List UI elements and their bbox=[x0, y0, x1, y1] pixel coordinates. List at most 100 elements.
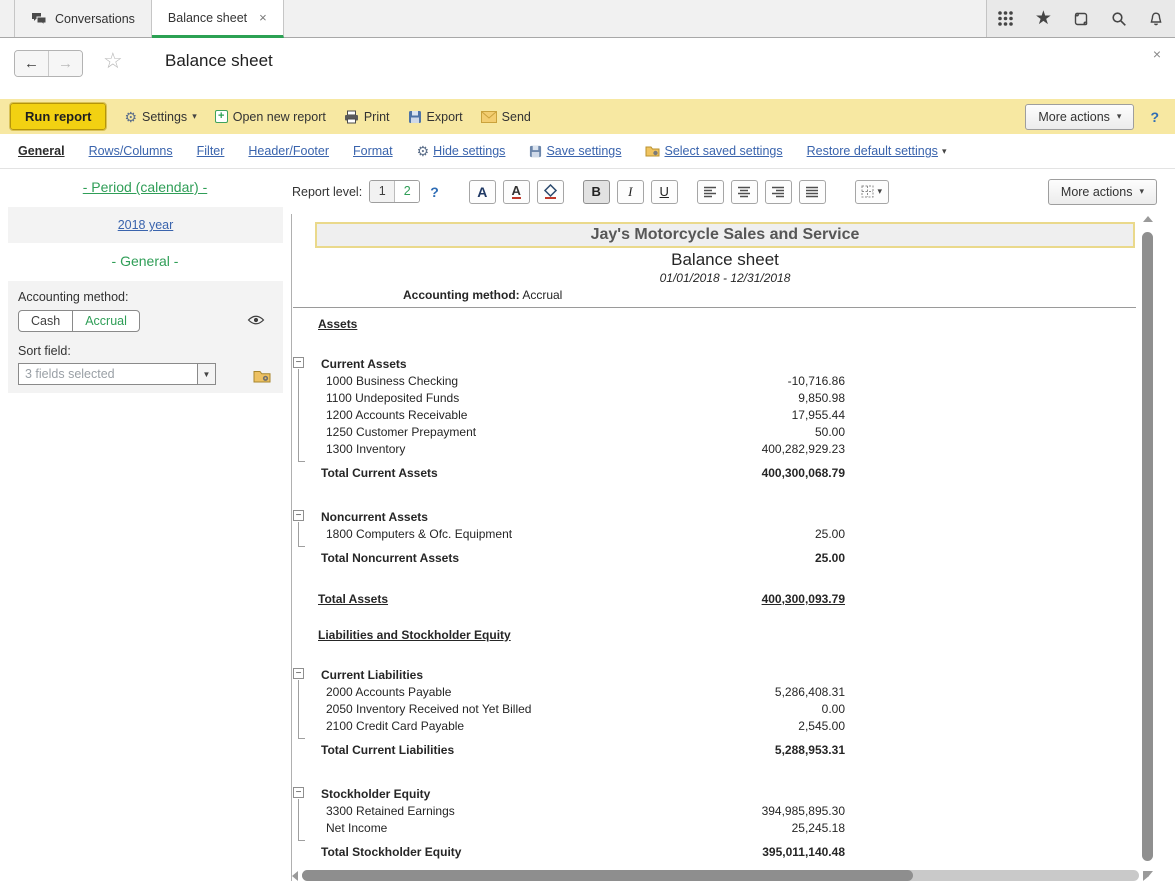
bold-button[interactable]: B bbox=[582, 179, 610, 204]
horizontal-scrollbar[interactable] bbox=[292, 869, 1149, 882]
report-level-2-button[interactable]: 2 bbox=[395, 181, 420, 202]
report-total-row: Total Noncurrent Assets 25.00 bbox=[291, 543, 1137, 567]
scroll-right-arrow[interactable] bbox=[1143, 870, 1149, 881]
report-total-row: Total Current Assets 400,300,068.79 bbox=[291, 458, 1137, 482]
apps-grid-icon[interactable] bbox=[995, 8, 1017, 30]
save-settings-link[interactable]: Save settings bbox=[529, 144, 621, 158]
total-label: Total Stockholder Equity bbox=[321, 845, 462, 859]
horizontal-scroll-track[interactable] bbox=[302, 870, 1139, 881]
conversations-icon bbox=[31, 12, 47, 26]
report-level-help[interactable]: ? bbox=[430, 184, 439, 200]
tab-rows-columns[interactable]: Rows/Columns bbox=[89, 144, 173, 158]
account-label: 1000 Business Checking bbox=[326, 374, 459, 388]
company-name-cell[interactable]: Jay's Motorcycle Sales and Service bbox=[315, 222, 1135, 248]
report-group-header: Current Assets bbox=[321, 357, 407, 371]
italic-button[interactable]: I bbox=[616, 179, 644, 204]
sort-field-folder-gear-icon[interactable] bbox=[253, 369, 271, 383]
report-row[interactable]: 1800 Computers & Ofc. Equipment 25.00 bbox=[291, 526, 1137, 543]
tab-filter[interactable]: Filter bbox=[197, 144, 225, 158]
select-saved-settings-link[interactable]: Select saved settings bbox=[645, 144, 783, 158]
scroll-up-arrow[interactable] bbox=[1143, 216, 1153, 222]
run-report-button[interactable]: Run report bbox=[8, 102, 108, 131]
total-label: Total Current Assets bbox=[321, 466, 438, 480]
account-label: 1100 Undeposited Funds bbox=[326, 391, 460, 405]
account-label: 2000 Accounts Payable bbox=[326, 685, 452, 699]
eye-icon[interactable] bbox=[247, 314, 265, 326]
notifications-bell-icon[interactable] bbox=[1145, 8, 1167, 30]
align-center-button[interactable] bbox=[730, 179, 758, 204]
font-button[interactable]: A bbox=[468, 179, 496, 204]
report-title: Balance sheet bbox=[671, 250, 779, 269]
tab-general[interactable]: General bbox=[18, 144, 65, 158]
account-label: 3300 Retained Earnings bbox=[326, 804, 455, 818]
settings-tab-bar: General Rows/Columns Filter Header/Foote… bbox=[0, 134, 1175, 169]
report-row[interactable]: 3300 Retained Earnings 394,985,895.30 bbox=[291, 803, 1137, 820]
report-row[interactable]: 2000 Accounts Payable 5,286,408.31 bbox=[291, 684, 1137, 701]
report-row[interactable]: 1200 Accounts Receivable 17,955.44 bbox=[291, 407, 1137, 424]
period-value-link[interactable]: 2018 year bbox=[118, 218, 174, 232]
printer-icon bbox=[344, 110, 359, 124]
tab-balance-sheet[interactable]: Balance sheet × bbox=[151, 0, 284, 38]
grand-total-label: Total Assets bbox=[318, 592, 389, 606]
tab-close-icon[interactable]: × bbox=[259, 10, 267, 25]
forward-button[interactable]: → bbox=[49, 51, 82, 76]
search-icon[interactable] bbox=[1108, 8, 1130, 30]
report-group-header: Current Liabilities bbox=[321, 668, 424, 682]
report-section-heading: Liabilities and Stockholder Equity bbox=[318, 628, 511, 642]
report-row[interactable]: Net Income 25,245.18 bbox=[291, 820, 1137, 837]
report-row[interactable]: 2100 Credit Card Payable 2,545.00 bbox=[291, 718, 1137, 735]
report-row[interactable]: 1100 Undeposited Funds 9,850.98 bbox=[291, 390, 1137, 407]
report-row[interactable]: 1300 Inventory 400,282,929.23 bbox=[291, 441, 1137, 458]
combo-dropdown-button[interactable]: ▼ bbox=[197, 364, 215, 384]
report-settings-sidebar: - Period (calendar) - 2018 year - Genera… bbox=[0, 169, 290, 891]
accounting-method-accrual[interactable]: Accrual bbox=[73, 311, 139, 331]
accounting-method-label: Accounting method: bbox=[18, 290, 129, 304]
hide-settings-link[interactable]: ⚙ Hide settings bbox=[417, 144, 506, 158]
vertical-scroll-thumb[interactable] bbox=[1142, 232, 1153, 861]
report-row[interactable]: 1250 Customer Prepayment 50.00 bbox=[291, 424, 1137, 441]
close-form-icon[interactable]: × bbox=[1153, 46, 1161, 62]
underline-button[interactable]: U bbox=[650, 179, 678, 204]
tab-label: Balance sheet bbox=[167, 10, 248, 25]
export-button[interactable]: Export bbox=[408, 110, 463, 124]
vertical-scrollbar[interactable] bbox=[1140, 216, 1155, 877]
report-group: − Noncurrent Assets 1800 Computers & Ofc. … bbox=[291, 506, 1137, 567]
favorite-star-icon[interactable]: ☆ bbox=[103, 48, 123, 74]
more-actions-button[interactable]: More actions ▾ bbox=[1025, 103, 1135, 130]
help-button[interactable]: ? bbox=[1150, 109, 1159, 125]
borders-button[interactable]: ▾ bbox=[854, 179, 889, 204]
align-right-button[interactable] bbox=[764, 179, 792, 204]
tab-conversations[interactable]: Conversations bbox=[15, 0, 152, 37]
restore-default-settings-link[interactable]: Restore default settings ▾ bbox=[807, 144, 947, 158]
tab-format[interactable]: Format bbox=[353, 144, 393, 158]
amount-value: 9,850.98 bbox=[798, 391, 845, 405]
report-row[interactable]: 1000 Business Checking -10,716.86 bbox=[291, 373, 1137, 390]
horizontal-scroll-thumb[interactable] bbox=[302, 870, 913, 881]
period-calendar-link[interactable]: - Period (calendar) - bbox=[0, 179, 290, 195]
favorites-star-icon[interactable]: ★ bbox=[1032, 8, 1054, 30]
send-button[interactable]: Send bbox=[480, 110, 531, 124]
open-new-report-button[interactable]: + Open new report bbox=[214, 110, 326, 124]
amount-value: 0.00 bbox=[821, 702, 845, 716]
settings-menu-button[interactable]: ⚙ Settings ▾ bbox=[124, 110, 196, 124]
report-level-label: Report level: bbox=[292, 184, 363, 199]
account-label: Net Income bbox=[326, 821, 388, 835]
scroll-left-arrow[interactable] bbox=[292, 870, 298, 881]
align-left-button[interactable] bbox=[696, 179, 724, 204]
general-settings-box: Accounting method: Cash Accrual Sort fie… bbox=[8, 281, 283, 393]
accounting-method-cash[interactable]: Cash bbox=[19, 311, 74, 331]
report-level-1-button[interactable]: 1 bbox=[370, 181, 396, 202]
font-color-button[interactable]: A bbox=[502, 179, 530, 204]
back-button[interactable]: ← bbox=[15, 51, 49, 76]
navigation-buttons: ← → bbox=[14, 50, 83, 77]
sort-field-combo[interactable]: 3 fields selected ▼ bbox=[18, 363, 216, 385]
report-group: − Current Liabilities 2000 Accounts Payabl… bbox=[291, 664, 1137, 759]
report-row[interactable]: 2050 Inventory Received not Yet Billed 0.… bbox=[291, 701, 1137, 718]
fill-color-button[interactable] bbox=[536, 179, 564, 204]
tab-header-footer[interactable]: Header/Footer bbox=[248, 144, 329, 158]
print-button[interactable]: Print bbox=[344, 110, 390, 124]
history-icon[interactable] bbox=[1070, 8, 1092, 30]
period-value-box: 2018 year bbox=[8, 207, 283, 243]
report-more-actions-button[interactable]: More actions ▾ bbox=[1047, 178, 1157, 205]
align-justify-button[interactable] bbox=[798, 179, 826, 204]
